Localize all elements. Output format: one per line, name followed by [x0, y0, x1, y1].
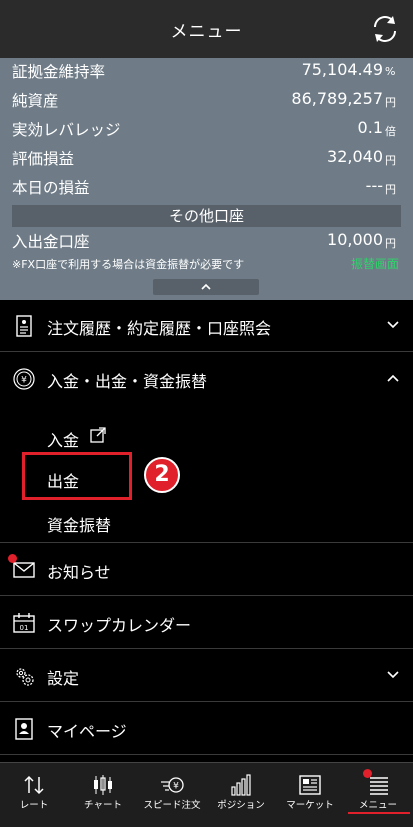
tab-speed-order[interactable]: ¥ スピード注文 — [138, 763, 206, 827]
menu-item-notice[interactable]: お知らせ — [0, 544, 413, 596]
chevron-down-icon — [387, 321, 399, 329]
newspaper-icon — [299, 775, 321, 795]
summary-row-today-pl: 本日の損益 --- 円 — [12, 176, 396, 197]
bottom-tab-bar: レート チャート ¥ スピード注文 ポジション マーケット メニュー — [0, 762, 413, 827]
menu-tab-notification-dot — [363, 769, 372, 778]
gear-icon — [16, 668, 34, 686]
page-title: メニュー — [170, 21, 243, 42]
coin-icon: ¥ — [13, 368, 35, 390]
refresh-icon[interactable] — [369, 13, 401, 45]
profile-icon — [15, 718, 33, 740]
header: メニュー — [0, 0, 413, 58]
summary-row-leverage: 実効レバレッジ 0.1 倍 — [12, 118, 396, 139]
menu-item-settings[interactable]: 設定 — [0, 650, 413, 702]
menu-item-mypage[interactable]: マイページ — [0, 703, 413, 755]
withdraw-highlight-box — [22, 452, 132, 500]
transfer-link[interactable]: 資金振替 — [47, 512, 111, 536]
summary-row-unrealized-pl: 評価損益 32,040 円 — [12, 147, 396, 168]
active-tab-indicator — [348, 812, 410, 814]
chevron-up-icon[interactable] — [387, 373, 399, 383]
other-account-bar: その他口座 — [12, 205, 401, 227]
speed-order-icon: ¥ — [161, 777, 184, 793]
candlestick-icon — [94, 775, 112, 795]
svg-text:01: 01 — [20, 624, 29, 632]
collapse-summary-button[interactable] — [153, 279, 259, 295]
summary-row-margin-ratio: 証拠金維持率 75,104.49 % — [12, 60, 396, 81]
transfer-screen-link[interactable]: 振替画面 — [351, 255, 399, 272]
step-badge: 2 — [144, 457, 180, 493]
transfer-note: ※FX口座で利用する場合は資金振替が必要です — [12, 258, 245, 271]
summary-row-deposit-account: 入出金口座 10,000 円 — [12, 230, 396, 251]
chevron-down-icon — [387, 671, 399, 679]
summary-row-net-assets: 純資産 86,789,257 円 — [12, 89, 396, 110]
notice-unread-dot — [8, 554, 17, 563]
chevron-up-icon — [201, 283, 211, 290]
tab-position[interactable]: ポジション — [207, 763, 275, 827]
external-link-icon — [90, 427, 106, 443]
tab-menu[interactable]: メニュー — [344, 763, 412, 827]
tab-rate[interactable]: レート — [0, 763, 68, 827]
menu-item-swap-calendar[interactable]: 01 スワップカレンダー — [0, 597, 413, 649]
svg-text:¥: ¥ — [173, 782, 179, 792]
deposit-link[interactable]: 入金 — [47, 427, 79, 451]
funds-header[interactable]: 入金・出金・資金振替 — [47, 368, 207, 392]
menu-item-history[interactable]: 注文履歴・約定履歴・口座照会 — [0, 300, 413, 352]
tab-chart[interactable]: チャート — [69, 763, 137, 827]
bar-chart-icon — [231, 774, 251, 796]
svg-text:¥: ¥ — [21, 376, 27, 386]
rate-arrows-icon — [24, 775, 44, 795]
document-icon — [16, 315, 32, 337]
calendar-icon: 01 — [13, 613, 35, 633]
tab-market[interactable]: マーケット — [276, 763, 344, 827]
account-summary: 証拠金維持率 75,104.49 % 純資産 86,789,257 円 実効レバ… — [0, 58, 413, 300]
